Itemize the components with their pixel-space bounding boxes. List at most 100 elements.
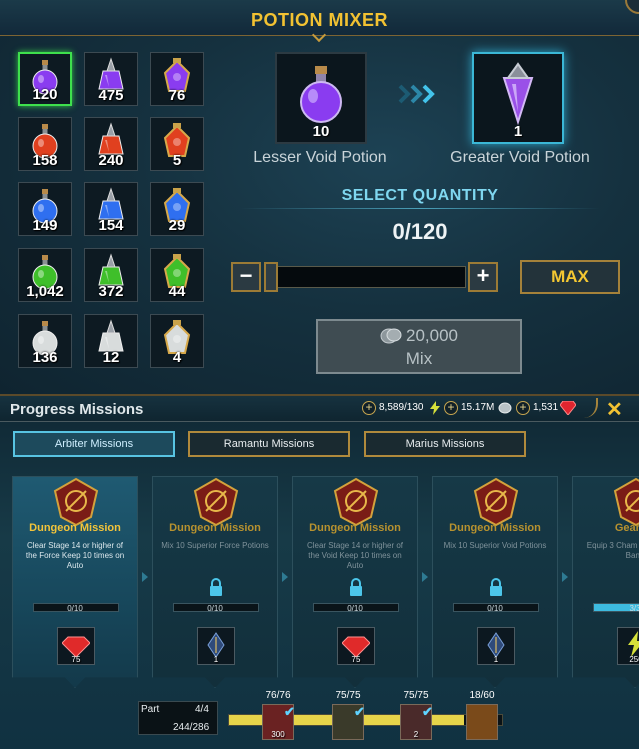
potion-slot[interactable]: 372 bbox=[84, 248, 138, 302]
quantity-readout: 0/120 bbox=[392, 219, 448, 244]
potion-slot[interactable]: 29 bbox=[150, 182, 204, 236]
lock-icon bbox=[210, 578, 222, 596]
mission-progress-label: 0/10 bbox=[487, 604, 503, 613]
output-potion-slot: 1 bbox=[472, 52, 564, 144]
mission-reward[interactable]: 75 bbox=[57, 627, 95, 665]
dungeon-emblem-icon bbox=[613, 477, 639, 527]
potion-slot[interactable]: 120 bbox=[18, 52, 72, 106]
potion-count: 120 bbox=[32, 86, 58, 103]
milestone-count: 18/60 bbox=[469, 690, 495, 701]
mission-reward[interactable]: 75 bbox=[337, 627, 375, 665]
potion-count: 149 bbox=[32, 217, 58, 234]
dungeon-emblem-icon bbox=[333, 477, 379, 527]
mission-progress-label: 0/10 bbox=[67, 604, 83, 613]
select-quantity-label: SELECT QUANTITY bbox=[341, 187, 499, 204]
add-energy-icon[interactable]: + bbox=[362, 401, 376, 415]
mission-card[interactable]: Dungeon Mission Mix 10 Superior Force Pot… bbox=[152, 476, 278, 688]
shard-icon bbox=[487, 632, 505, 657]
energy-icon bbox=[430, 401, 440, 415]
potion-slot[interactable]: 149 bbox=[18, 182, 72, 236]
chevron-right-icon bbox=[422, 572, 428, 582]
max-button[interactable]: MAX bbox=[520, 260, 620, 294]
add-silver-icon[interactable]: + bbox=[444, 401, 458, 415]
missions-footer: Part 4/4 244/286 76/76 300 ✔ 75/75 ✔ 75/75 2 ✔ 1… bbox=[0, 686, 639, 749]
greater-void-potion-icon bbox=[502, 62, 534, 126]
gem-icon bbox=[560, 401, 576, 415]
potion-slot[interactable]: 154 bbox=[84, 182, 138, 236]
output-potion-name: Greater Void Potion bbox=[450, 149, 590, 166]
dungeon-emblem-icon bbox=[473, 477, 519, 527]
mission-progress-label: 0/10 bbox=[207, 604, 223, 613]
mission-card[interactable]: Gear Mi Equip 3 Cham Ring, an Am Bann 3/3 2… bbox=[572, 476, 639, 688]
potion-mixer-panel: POTION MIXER 120 475 76 158 240 5 149 154 29 1,04… bbox=[0, 0, 639, 396]
decrease-button[interactable]: − bbox=[231, 262, 261, 292]
milestone-count: 75/75 bbox=[335, 690, 361, 701]
quantity-slider[interactable] bbox=[264, 266, 466, 288]
mission-reward[interactable]: 250 bbox=[617, 627, 639, 665]
mission-card[interactable]: Dungeon Mission Mix 10 Superior Void Poti… bbox=[432, 476, 558, 688]
progress-missions-panel: Progress Missions + 8,589/130 + 15.17M +… bbox=[0, 396, 639, 749]
dungeon-emblem-icon bbox=[53, 477, 99, 527]
potion-count: 5 bbox=[172, 152, 182, 169]
lock-icon bbox=[350, 578, 362, 596]
reward-count: 1 bbox=[213, 655, 219, 664]
mix-cost: 20,000 bbox=[406, 326, 458, 345]
mission-progress-label: 0/10 bbox=[347, 604, 363, 613]
potion-slot[interactable]: 475 bbox=[84, 52, 138, 106]
silver-coins-icon bbox=[380, 328, 402, 344]
milestone-count: 75/75 bbox=[403, 690, 429, 701]
missions-header: Progress Missions + 8,589/130 + 15.17M +… bbox=[0, 396, 639, 422]
silver-value: 15.17M bbox=[461, 402, 495, 413]
mission-reward[interactable]: 1 bbox=[477, 627, 515, 665]
mission-card[interactable]: Dungeon Mission Clear Stage 14 or higher … bbox=[292, 476, 418, 688]
energy-value: 8,589/130 bbox=[379, 402, 424, 413]
potion-slot[interactable]: 1,042 bbox=[18, 248, 72, 302]
potion-slot[interactable]: 44 bbox=[150, 248, 204, 302]
silver-resource[interactable]: + 15.17M bbox=[444, 401, 512, 417]
milestone-count: 76/76 bbox=[265, 690, 291, 701]
mission-description: Clear Stage 14 or higher of the Void Kee… bbox=[306, 541, 404, 570]
potion-slot[interactable]: 12 bbox=[84, 314, 138, 368]
chevron-right-icon bbox=[282, 572, 288, 582]
input-potion-name: Lesser Void Potion bbox=[253, 149, 387, 166]
tab-ramantu-missions[interactable]: Ramantu Missions bbox=[188, 431, 350, 457]
potion-slot[interactable]: 76 bbox=[150, 52, 204, 106]
potion-slot[interactable]: 136 bbox=[18, 314, 72, 368]
potion-slot[interactable]: 4 bbox=[150, 314, 204, 368]
mix-label: Mix bbox=[405, 349, 433, 368]
potion-slot[interactable]: 158 bbox=[18, 117, 72, 171]
mission-title: Dungeon Mission bbox=[309, 522, 401, 534]
mission-card[interactable]: Dungeon Mission Clear Stage 14 or higher … bbox=[12, 476, 138, 688]
mission-description: Mix 10 Superior Void Potions bbox=[443, 541, 547, 550]
potion-count: 158 bbox=[32, 152, 58, 169]
ruby-icon bbox=[342, 636, 370, 657]
lock-icon bbox=[490, 578, 502, 596]
checkmark-icon: ✔ bbox=[284, 704, 295, 719]
potion-count: 1,042 bbox=[26, 283, 64, 300]
tab-arbiter-missions[interactable]: Arbiter Missions bbox=[13, 431, 175, 457]
mission-title: Dungeon Mission bbox=[169, 522, 261, 534]
potion-count: 29 bbox=[168, 217, 186, 234]
part-count: 4/4 bbox=[195, 704, 209, 715]
slider-handle[interactable] bbox=[264, 262, 278, 292]
potion-slot[interactable]: 5 bbox=[150, 117, 204, 171]
milestone-reward-amount: 2 bbox=[413, 730, 419, 739]
potion-count: 240 bbox=[98, 152, 124, 169]
add-gem-icon[interactable]: + bbox=[516, 401, 530, 415]
mission-title: Dungeon Mission bbox=[29, 522, 121, 534]
part-points: 244/286 bbox=[173, 722, 210, 733]
game-screen: { "mixer": { "title": "POTION MIXER", "p… bbox=[0, 0, 639, 749]
output-potion-count: 1 bbox=[513, 123, 523, 140]
mix-button[interactable]: 20,000 Mix bbox=[316, 319, 522, 374]
mission-description: Mix 10 Superior Force Potions bbox=[161, 541, 269, 550]
increase-button[interactable]: + bbox=[468, 262, 498, 292]
mission-title: Dungeon Mission bbox=[449, 522, 541, 534]
potion-count: 136 bbox=[32, 349, 58, 366]
energy-resource[interactable]: + 8,589/130 bbox=[362, 401, 442, 417]
mission-reward[interactable]: 1 bbox=[197, 627, 235, 665]
close-button[interactable]: ✕ bbox=[606, 397, 623, 422]
tab-marius-missions[interactable]: Marius Missions bbox=[364, 431, 526, 457]
gem-resource[interactable]: + 1,531 bbox=[516, 401, 576, 417]
input-potion-count: 10 bbox=[312, 123, 330, 140]
potion-slot[interactable]: 240 bbox=[84, 117, 138, 171]
